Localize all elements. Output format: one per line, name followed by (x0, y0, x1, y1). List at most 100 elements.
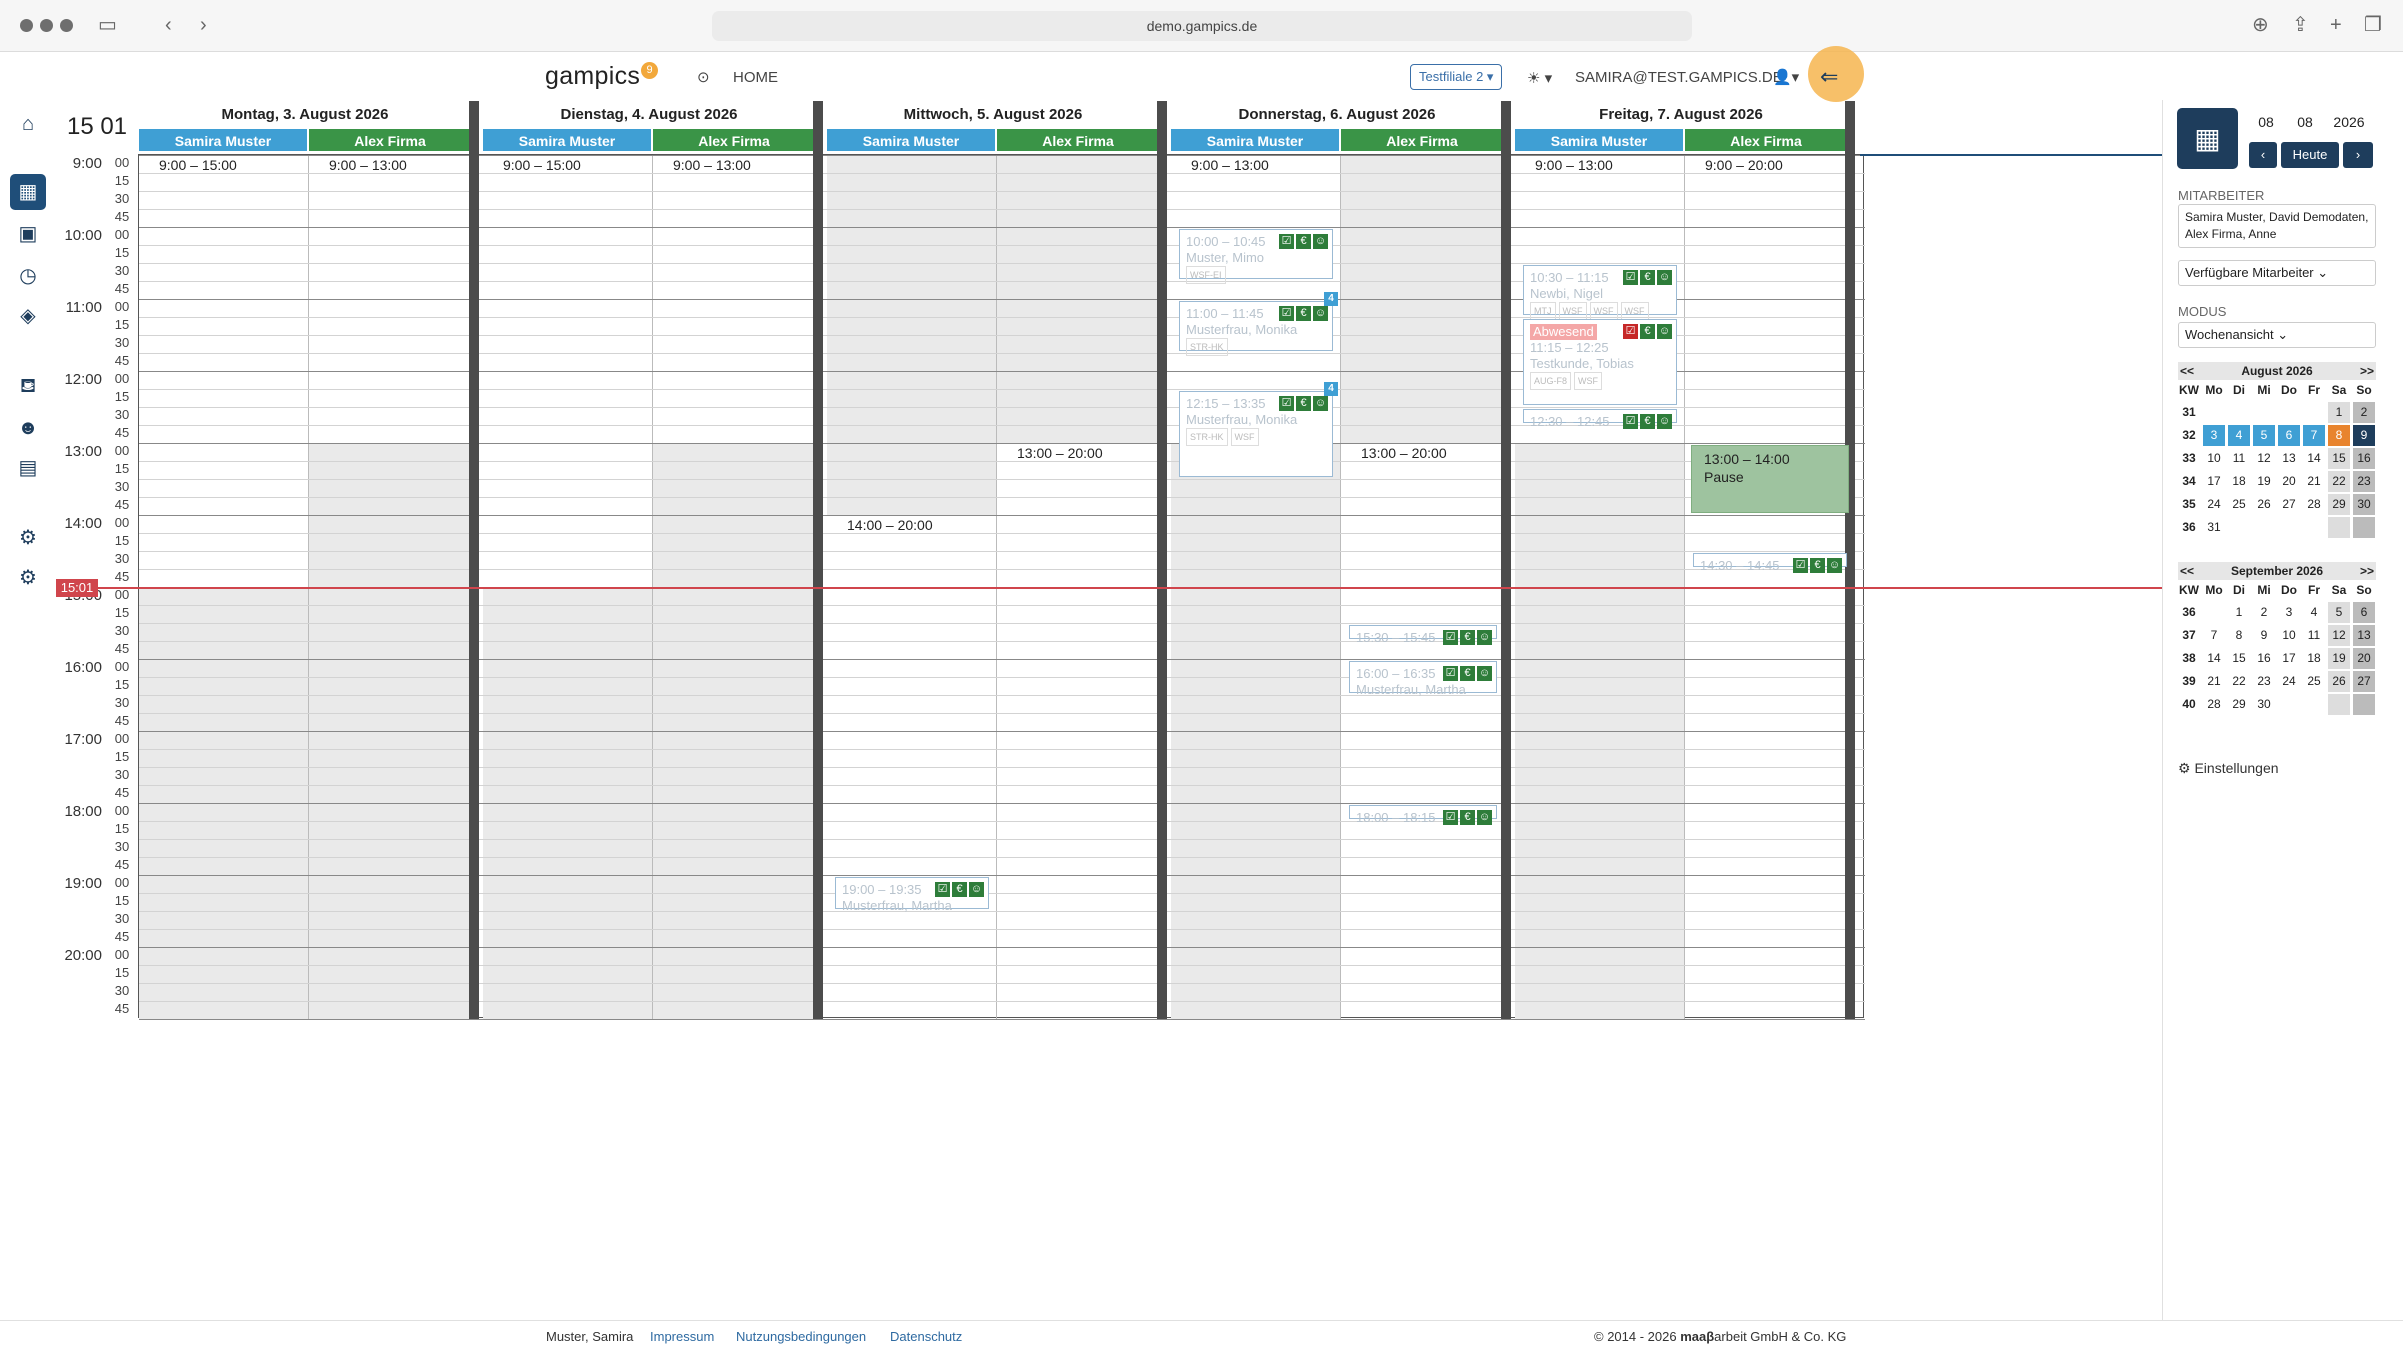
customer-icon[interactable]: ☺ (1657, 414, 1672, 429)
confirmed-icon[interactable]: ☑ (935, 882, 950, 897)
payment-icon[interactable]: € (1296, 306, 1311, 321)
day-cell[interactable]: 21 (2203, 671, 2225, 692)
employee-header[interactable]: Alex Firma (996, 128, 1160, 152)
payment-icon[interactable]: € (1810, 558, 1825, 573)
day-cell[interactable]: 27 (2278, 494, 2300, 515)
day-cell[interactable]: 15 (2328, 448, 2350, 469)
shift-time[interactable]: 14:00 – 20:00 (847, 517, 933, 533)
day-cell[interactable]: 28 (2303, 494, 2325, 515)
day-field[interactable]: 08 (2249, 110, 2283, 134)
day-cell[interactable]: 10 (2278, 625, 2300, 646)
day-cell[interactable]: 17 (2278, 648, 2300, 669)
next-month-nav[interactable]: >> (2360, 562, 2374, 580)
day-cell[interactable]: 9 (2353, 425, 2375, 446)
day-cell[interactable]: 6 (2353, 602, 2375, 623)
customer-icon[interactable]: ☺ (1477, 630, 1492, 645)
appointment-card[interactable]: 10:00 – 10:45 Muster, Mimo WSF-EI ☑ € ☺ (1179, 229, 1333, 284)
filiale-dropdown[interactable]: Testfiliale 2 ▾ (1410, 64, 1503, 90)
confirmed-icon[interactable]: ☑ (1443, 810, 1458, 825)
day-cell[interactable]: 21 (2303, 471, 2325, 492)
customer-icon[interactable]: ☺ (969, 882, 984, 897)
day-cell[interactable]: 17 (2203, 471, 2225, 492)
day-cell[interactable] (2328, 517, 2350, 538)
confirmed-icon[interactable]: ☑ (1279, 396, 1294, 411)
shift-time[interactable]: 9:00 – 15:00 (159, 157, 237, 173)
employee-header[interactable]: Alex Firma (652, 128, 816, 152)
appointment-card[interactable]: 12:15 – 13:35 Musterfrau, Monika STR-HK WSF… (1179, 382, 1338, 477)
shift-time[interactable]: 9:00 – 13:00 (1191, 157, 1269, 173)
maximize-window-dot[interactable] (60, 19, 73, 32)
confirmed-icon[interactable]: ☑ (1279, 234, 1294, 249)
modus-select[interactable]: Wochenansicht ⌄ (2178, 322, 2376, 348)
appointment-card[interactable]: 14:30 – 14:45 ☑ € ☺ (1693, 553, 1847, 573)
customer-icon[interactable]: ☺ (1477, 810, 1492, 825)
day-cell[interactable]: 24 (2278, 671, 2300, 692)
day-cell[interactable] (2278, 517, 2300, 538)
day-cell[interactable]: 26 (2253, 494, 2275, 515)
day-cell[interactable]: 26 (2328, 671, 2350, 692)
day-cell[interactable]: 1 (2228, 602, 2250, 623)
day-cell[interactable]: 3 (2278, 602, 2300, 623)
day-cell[interactable]: 29 (2328, 494, 2350, 515)
day-cell[interactable]: 19 (2253, 471, 2275, 492)
toggle-icon[interactable]: ⊙ (697, 68, 710, 86)
customer-icon[interactable]: ☺ (1827, 558, 1842, 573)
customer-icon[interactable]: ☺ (1657, 270, 1672, 285)
appointment-card[interactable]: 15:30 – 15:45 ☑ € ☺ (1349, 625, 1497, 645)
day-cell[interactable]: 15 (2228, 648, 2250, 669)
payment-icon[interactable]: € (1640, 270, 1655, 285)
day-cell[interactable] (2203, 402, 2225, 423)
clock-icon[interactable]: ◷ (10, 258, 46, 294)
day-cell[interactable]: 7 (2203, 625, 2225, 646)
appointment-card[interactable]: 11:00 – 11:45 Musterfrau, Monika STR-HK ☑ € ☺… (1179, 292, 1338, 356)
day-cell[interactable] (2203, 602, 2225, 623)
day-cell[interactable]: 14 (2203, 648, 2225, 669)
day-cell[interactable]: 18 (2303, 648, 2325, 669)
day-cell[interactable]: 4 (2228, 425, 2250, 446)
chair-icon[interactable]: ⛾ (10, 368, 46, 404)
employee-header[interactable]: Alex Firma (308, 128, 472, 152)
day-cell[interactable]: 10 (2203, 448, 2225, 469)
shift-time[interactable]: 9:00 – 13:00 (673, 157, 751, 173)
day-cell[interactable]: 30 (2253, 694, 2275, 715)
users-icon[interactable]: ☻ (10, 410, 46, 446)
appointment-icon[interactable]: ▣ (10, 216, 46, 252)
impressum-link[interactable]: Impressum (650, 1329, 714, 1344)
payment-icon[interactable]: € (1460, 630, 1475, 645)
shift-time[interactable]: 9:00 – 15:00 (503, 157, 581, 173)
day-cell[interactable]: 23 (2253, 671, 2275, 692)
employee-header[interactable]: Samira Muster (1170, 128, 1340, 152)
day-cell[interactable] (2353, 517, 2375, 538)
customer-icon[interactable]: ☺ (1313, 396, 1328, 411)
appointment-card[interactable]: 10:30 – 11:15 Newbi, Nigel MTJ WSF WSF WSF ☑ € ☺ (1523, 265, 1677, 320)
datenschutz-link[interactable]: Datenschutz (890, 1329, 962, 1344)
shift-time[interactable]: 13:00 – 20:00 (1017, 445, 1103, 461)
day-cell[interactable] (2303, 694, 2325, 715)
user-icon[interactable]: 👤▾ (1773, 68, 1799, 86)
user-email[interactable]: SAMIRA@TEST.GAMPICS.DE (1575, 69, 1783, 86)
contacts-icon[interactable]: ▤ (10, 450, 46, 486)
day-cell[interactable] (2328, 694, 2350, 715)
day-cell[interactable]: 12 (2253, 448, 2275, 469)
day-cell[interactable]: 13 (2278, 448, 2300, 469)
day-cell[interactable] (2353, 694, 2375, 715)
next-month-nav[interactable]: >> (2360, 362, 2374, 380)
customer-icon[interactable]: ☺ (1657, 324, 1672, 339)
tags-icon[interactable]: ◈ (10, 298, 46, 334)
theme-toggle[interactable]: ☀ ▾ (1527, 69, 1552, 87)
day-cell[interactable]: 11 (2303, 625, 2325, 646)
employee-header[interactable]: Samira Muster (1514, 128, 1684, 152)
calendar-icon[interactable]: ▦ (10, 174, 46, 210)
payment-icon[interactable]: € (1296, 234, 1311, 249)
home-link[interactable]: HOME (733, 69, 778, 86)
mitarbeiter-select[interactable]: Samira Muster, David Demodaten, Alex Fir… (2178, 204, 2376, 248)
minimize-window-dot[interactable] (40, 19, 53, 32)
back-icon[interactable]: ‹ (165, 14, 172, 36)
day-cell[interactable]: 5 (2253, 425, 2275, 446)
day-cell[interactable]: 14 (2303, 448, 2325, 469)
address-bar[interactable]: demo.gampics.de (712, 11, 1692, 41)
day-cell[interactable]: 7 (2303, 425, 2325, 446)
new-tab-icon[interactable]: + (2330, 14, 2342, 36)
user-settings-icon[interactable]: ⚙ (10, 560, 46, 596)
day-cell[interactable]: 20 (2353, 648, 2375, 669)
